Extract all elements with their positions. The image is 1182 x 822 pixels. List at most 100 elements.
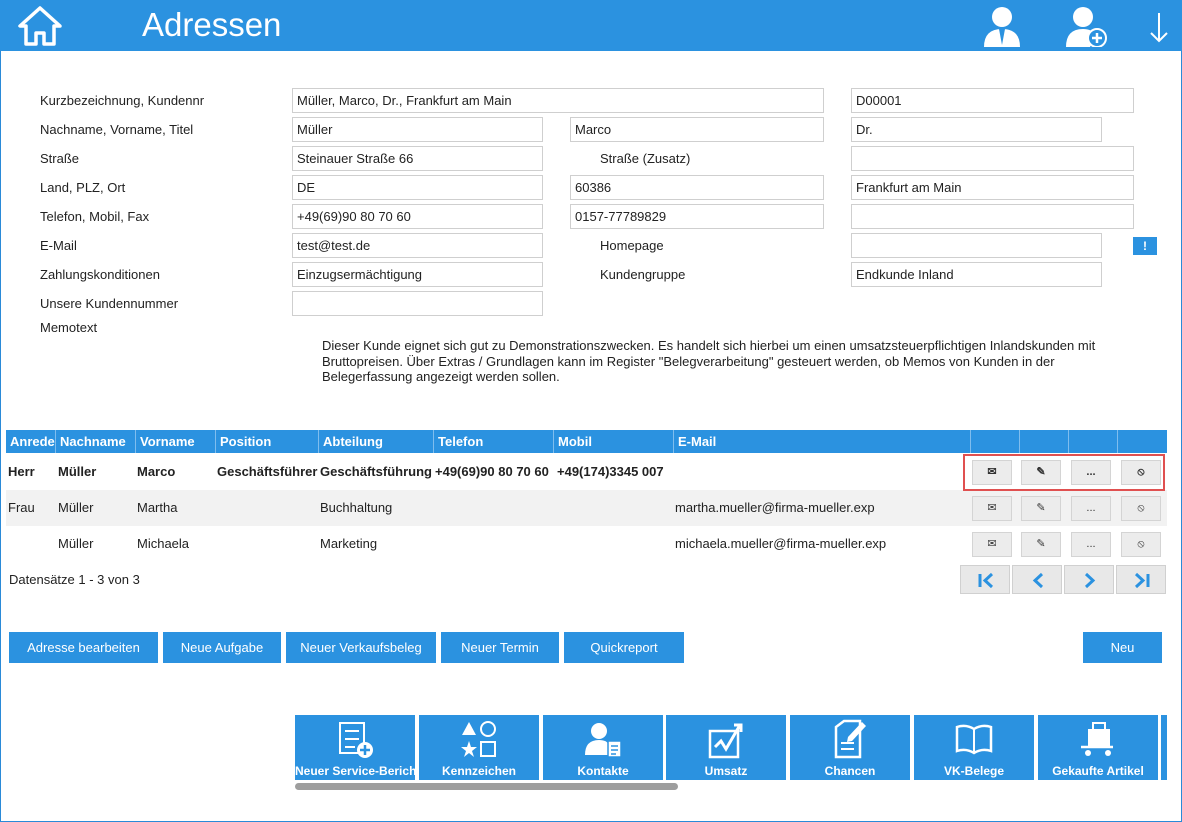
first-name-field[interactable]: Marco [570,117,824,142]
horizontal-scrollbar[interactable] [295,783,678,790]
email-field[interactable]: test@test.de [292,233,543,258]
home-icon[interactable] [18,6,62,46]
city-field[interactable]: Frankfurt am Main [851,175,1134,200]
tile-label: Chancen [824,764,876,778]
col-email[interactable]: E-Mail [674,430,971,453]
tile-umsatz[interactable]: Umsatz [666,715,786,780]
cell-nachname: Müller [58,500,94,515]
cell-position [216,490,217,526]
edit-address-button[interactable]: Adresse bearbeiten [9,632,158,663]
contact-icon [585,723,622,758]
table-row[interactable]: Frau Müller Martha Buchhaltung martha.mu… [6,490,1167,526]
chart-icon [708,723,743,759]
cell-abteilung: Geschäftsführung [320,464,432,479]
cell-mobil [556,526,557,562]
street-field[interactable]: Steinauer Straße 66 [292,146,543,171]
tile-label: Neuer Service-Bericht [295,764,421,778]
edit-icon[interactable]: ✎ [1021,532,1061,557]
col-mobil[interactable]: Mobil [554,430,674,453]
chevron-left-icon [1032,572,1044,589]
new-sales-doc-button[interactable]: Neuer Verkaufsbeleg [286,632,436,663]
tile-chancen[interactable]: Chancen [790,715,910,780]
cell-abteilung: Marketing [320,536,378,551]
cell-anrede: Frau [8,500,35,515]
new-button[interactable]: Neu [1083,632,1162,663]
tile-vk-belege[interactable]: VK-Belege [914,715,1034,780]
cell-mobil [556,490,557,526]
col-vorname[interactable]: Vorname [136,430,216,453]
first-page-button[interactable] [960,565,1010,594]
quickreport-button[interactable]: Quickreport [564,632,684,663]
mail-icon[interactable]: ✉ [972,496,1012,521]
label-name: Nachname, Vorname, Titel [40,122,194,137]
last-page-button[interactable] [1116,565,1166,594]
row-actions-highlight [963,454,1165,491]
tile-kennzeichen[interactable]: Kennzeichen [419,715,539,780]
label-location: Land, PLZ, Ort [40,180,126,195]
last-name-field[interactable]: Müller [292,117,543,142]
mobile-field[interactable]: 0157-77789829 [570,204,824,229]
col-telefon[interactable]: Telefon [434,430,554,453]
label-email: E-Mail [40,238,77,253]
homepage-open-button[interactable]: ! [1133,237,1157,255]
street-extra-field[interactable] [851,146,1134,171]
chevron-right-icon [1084,572,1096,589]
tile-label: VK-Belege [943,764,1005,778]
tile-label: Kennzeichen [441,764,516,778]
more-button[interactable]: ... [1071,496,1111,521]
fax-field[interactable] [851,204,1134,229]
delete-icon[interactable]: ⦸ [1121,496,1161,521]
cell-mobil: +49(174)3345 007 [557,464,664,479]
edit-icon[interactable]: ✎ [1021,496,1061,521]
prev-page-button[interactable] [1012,565,1062,594]
delete-icon[interactable]: ⦸ [1121,532,1161,557]
col-anrede[interactable]: Anrede [6,430,56,453]
first-page-icon [978,572,994,589]
new-appointment-button[interactable]: Neuer Termin [441,632,559,663]
tile-gekaufte-artikel[interactable]: Gekaufte Artikel [1038,715,1158,780]
customer-group-field[interactable]: Endkunde Inland [851,262,1102,287]
short-name-field[interactable]: Müller, Marco, Dr., Frankfurt am Main [292,88,824,113]
cell-anrede: Herr [8,464,35,479]
new-task-button[interactable]: Neue Aufgabe [163,632,281,663]
country-field[interactable]: DE [292,175,543,200]
arrow-down-icon[interactable] [1146,5,1172,47]
user-icon[interactable] [980,5,1024,47]
zip-field[interactable]: 60386 [570,175,824,200]
cell-anrede [7,526,8,562]
tile-kontakte[interactable]: Kontakte [543,715,663,780]
homepage-field[interactable] [851,233,1102,258]
user-add-icon[interactable] [1064,5,1108,47]
tile-label: Gekaufte Artikel [1052,764,1144,778]
our-number-field[interactable] [292,291,543,316]
table-row[interactable]: Müller Michaela Marketing michaela.muell… [6,526,1167,562]
label-payment: Zahlungskonditionen [40,267,160,282]
edit-document-icon [834,719,866,759]
tile-label: Umsatz [704,764,748,778]
label-street: Straße [40,151,80,166]
next-page-button[interactable] [1064,565,1114,594]
more-button[interactable]: ... [1071,532,1111,557]
page-title: Adressen [142,6,282,43]
col-abteilung[interactable]: Abteilung [319,430,434,453]
service-report-icon [339,722,373,758]
cell-email: michaela.mueller@firma-mueller.exp [675,536,887,551]
payment-field[interactable]: Einzugsermächtigung [292,262,543,287]
col-nachname[interactable]: Nachname [56,430,136,453]
phone-field[interactable]: +49(69)90 80 70 60 [292,204,543,229]
cart-icon [1081,722,1113,756]
label-customer-group: Kundengruppe [600,267,686,282]
title-field[interactable]: Dr. [851,117,1102,142]
memo-text: Dieser Kunde eignet sich gut zu Demonstr… [322,338,1096,384]
col-position[interactable]: Position [216,430,319,453]
tile-service-report[interactable]: Neuer Service-Bericht [295,715,421,780]
label-memo: Memotext [40,320,98,335]
cell-telefon [434,526,435,562]
label-homepage: Homepage [600,238,664,253]
cell-position [216,526,217,562]
label-short: Kurzbezeichnung, Kundennr [40,93,205,108]
label-street-extra: Straße (Zusatz) [600,151,691,166]
shapes-icon [461,721,496,757]
customer-number-field[interactable]: D00001 [851,88,1134,113]
mail-icon[interactable]: ✉ [972,532,1012,557]
